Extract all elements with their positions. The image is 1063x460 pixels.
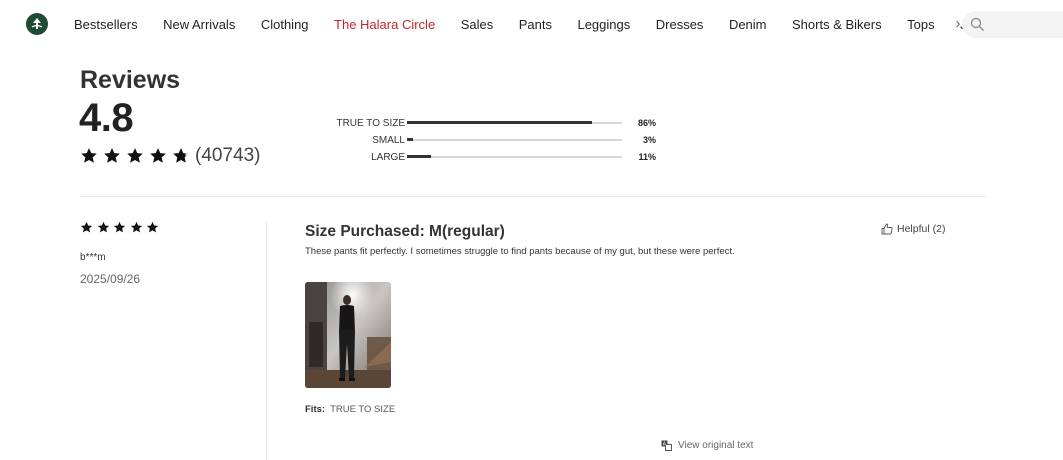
nav-item[interactable]: Clothing — [261, 17, 309, 32]
star-icon — [97, 221, 109, 233]
star-icon — [130, 221, 142, 233]
fits-label: Fits: — [305, 404, 326, 415]
fit-percent: 86% — [637, 118, 656, 128]
reviews-heading: Reviews — [80, 66, 181, 94]
leaf-logo-icon — [31, 18, 43, 29]
fit-label: LARGE — [371, 152, 405, 163]
review-star-rating — [80, 221, 163, 234]
nav-item[interactable]: Tops — [907, 17, 934, 32]
view-original-link[interactable]: A View original text — [661, 440, 753, 451]
nav-item[interactable]: Shorts & Bikers — [792, 17, 882, 32]
star-icon — [150, 148, 166, 163]
column-divider — [266, 221, 267, 460]
fit-row: LARGE 11% — [300, 151, 660, 168]
average-rating: 4.8 — [79, 96, 134, 140]
thumbs-up-icon — [881, 223, 893, 235]
fit-percent: 11% — [638, 152, 656, 162]
star-icon — [127, 148, 143, 163]
review-date: 2025/09/26 — [80, 272, 141, 286]
brand-logo[interactable] — [26, 13, 48, 35]
fit-bar — [407, 155, 622, 158]
star-icon — [113, 221, 126, 233]
star-icon — [173, 148, 189, 163]
star-rating — [80, 147, 195, 165]
star-icon — [80, 221, 93, 233]
nav-item[interactable]: Sales — [461, 17, 494, 32]
fit-info: Fits: TRUE TO SIZE — [305, 404, 395, 415]
fit-bar-fill — [407, 121, 592, 124]
fit-bar-fill — [407, 138, 414, 141]
star-icon — [146, 221, 159, 233]
review-photo[interactable] — [305, 282, 391, 388]
star-icon — [104, 148, 120, 163]
fit-label: TRUE TO SIZE — [336, 118, 405, 129]
view-original-label: View original text — [678, 440, 754, 451]
star-icon — [81, 148, 97, 163]
review-count: (40743) — [195, 145, 261, 166]
reviewer-name: b***m — [80, 252, 106, 263]
top-nav: Bestsellers New Arrivals Clothing The Halar… — [0, 0, 1063, 48]
helpful-button[interactable]: Helpful (2) — [881, 223, 945, 235]
nav-item[interactable]: Denim — [729, 17, 767, 32]
nav-item[interactable]: Bestsellers — [74, 17, 138, 32]
fit-breakdown: TRUE TO SIZE 86% SMALL 3% LARGE 11% — [300, 117, 660, 168]
nav-item[interactable]: The Halara Circle — [334, 17, 435, 32]
search-icon — [970, 17, 984, 31]
fit-bar — [407, 121, 622, 124]
nav-item[interactable]: Dresses — [656, 17, 704, 32]
average-stars: (40743) — [80, 145, 261, 167]
fit-percent: 3% — [642, 135, 656, 145]
fit-bar-fill — [407, 155, 431, 158]
customer-photo-image — [305, 282, 391, 388]
fit-label: SMALL — [372, 135, 405, 146]
fit-bar — [407, 138, 622, 141]
fits-value: TRUE TO SIZE — [330, 404, 396, 415]
nav-item[interactable]: Pants — [519, 17, 552, 32]
translate-icon: A — [661, 440, 672, 451]
svg-text:A: A — [663, 442, 667, 448]
nav-item[interactable]: New Arrivals — [163, 17, 235, 32]
review-text: These pants fit perfectly. I sometimes s… — [305, 246, 735, 257]
helpful-label: Helpful (2) — [897, 223, 946, 235]
nav-item[interactable]: Leggings — [577, 17, 630, 32]
divider — [80, 196, 987, 197]
fit-row: TRUE TO SIZE 86% — [300, 117, 660, 134]
search-input[interactable] — [962, 11, 1063, 38]
fit-row: SMALL 3% — [300, 134, 660, 151]
nav-menu: Bestsellers New Arrivals Clothing The Halar… — [74, 0, 1002, 48]
size-purchased: Size Purchased: M(regular) — [305, 223, 505, 240]
